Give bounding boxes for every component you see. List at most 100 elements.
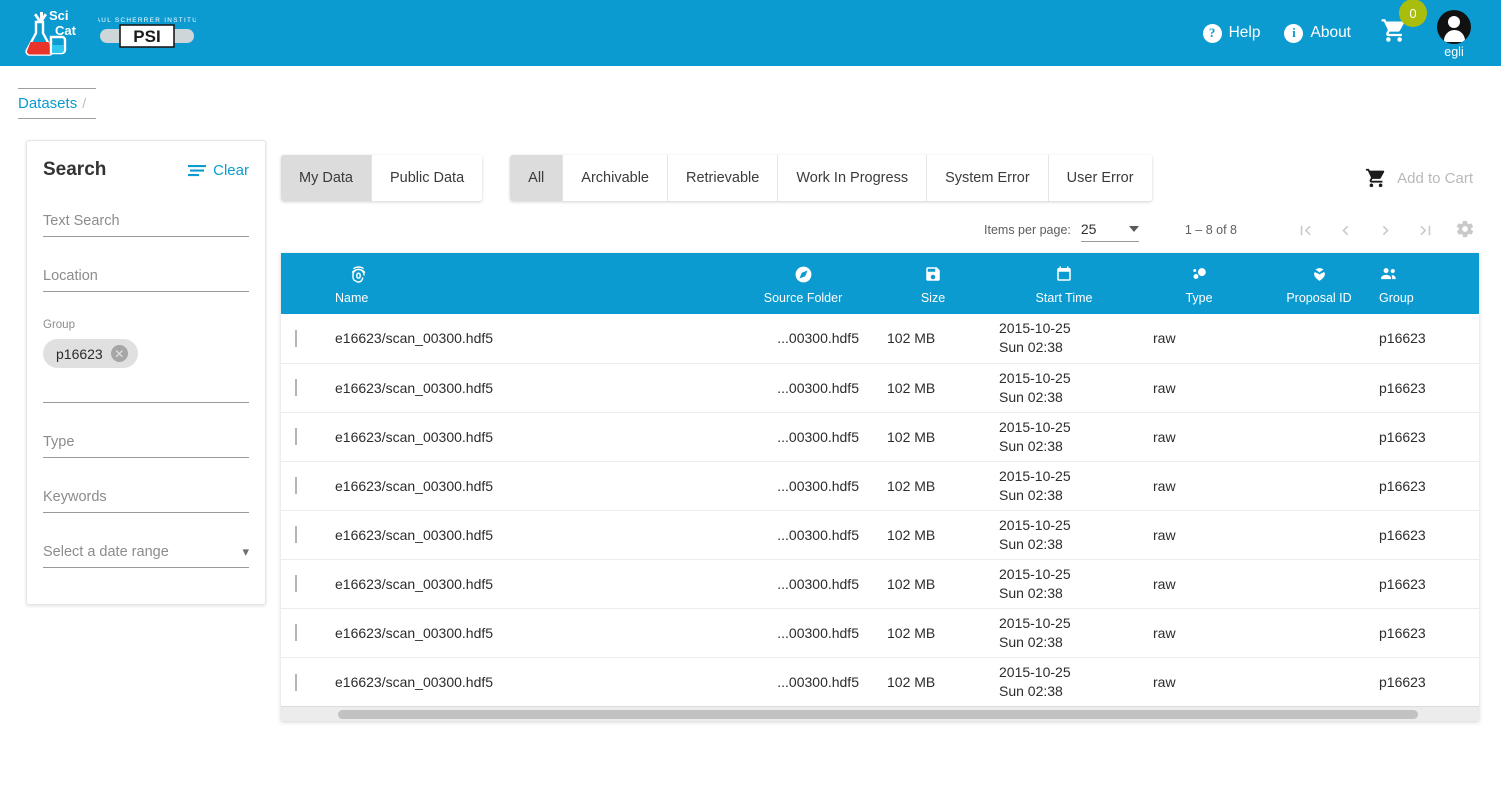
cell-proposal-id bbox=[1259, 559, 1379, 609]
cell-start-clock: Sun 02:38 bbox=[999, 388, 1063, 405]
psi-logo[interactable]: PAUL SCHERRER INSTITUT PSI bbox=[91, 11, 202, 56]
row-select-cell[interactable] bbox=[281, 314, 309, 364]
cell-start-date: 2015-10-25 bbox=[999, 320, 1071, 337]
table-row[interactable]: e16623/scan_00300.hdf5 ...00300.hdf5 102… bbox=[281, 461, 1479, 511]
column-header-select[interactable] bbox=[281, 253, 309, 314]
shopping-cart-icon bbox=[1366, 168, 1385, 188]
eco-leaf-icon bbox=[1259, 262, 1379, 286]
datasets-table-container: Name Source Folder Size Start Time Type … bbox=[281, 253, 1479, 721]
cell-type: raw bbox=[1139, 510, 1259, 560]
row-marker-icon bbox=[295, 330, 297, 348]
row-select-cell[interactable] bbox=[281, 608, 309, 658]
text-search-input[interactable] bbox=[43, 209, 249, 237]
breadcrumb-bar: Datasets / bbox=[0, 66, 1501, 140]
column-label-type: Type bbox=[1185, 291, 1213, 305]
last-page-button[interactable] bbox=[1405, 210, 1445, 250]
close-icon[interactable]: ✕ bbox=[110, 345, 128, 362]
breadcrumb-item-datasets[interactable]: Datasets bbox=[18, 95, 77, 112]
table-header-row: Name Source Folder Size Start Time Type … bbox=[281, 253, 1479, 314]
cell-group: p16623 bbox=[1379, 363, 1479, 413]
table-row[interactable]: e16623/scan_00300.hdf5 ...00300.hdf5 102… bbox=[281, 363, 1479, 413]
row-select-cell[interactable] bbox=[281, 510, 309, 560]
column-header-group[interactable]: Group bbox=[1379, 253, 1479, 314]
table-settings-button[interactable] bbox=[1455, 219, 1475, 242]
page-content: Search Clear Group p16623 ✕ bbox=[0, 140, 1501, 721]
cart-count-badge: 0 bbox=[1399, 0, 1427, 27]
cell-start-date: 2015-10-25 bbox=[999, 614, 1071, 631]
row-select-cell[interactable] bbox=[281, 559, 309, 609]
tab-retrievable[interactable]: Retrievable bbox=[667, 155, 779, 201]
next-page-button[interactable] bbox=[1365, 210, 1405, 250]
tab-user-error[interactable]: User Error bbox=[1048, 155, 1152, 201]
column-label-size: Size bbox=[920, 291, 946, 305]
first-page-button[interactable] bbox=[1285, 210, 1325, 250]
cell-type: raw bbox=[1153, 673, 1176, 690]
datasets-toolbar: My Data Public Data All Archivable Retri… bbox=[281, 149, 1479, 207]
date-range-select[interactable]: Select a date range ▾ bbox=[43, 540, 249, 568]
about-link[interactable]: i About bbox=[1284, 23, 1351, 43]
cell-start-clock: Sun 02:38 bbox=[999, 437, 1063, 454]
scicat-logo[interactable]: Sci Cat bbox=[18, 6, 84, 61]
add-to-cart-button[interactable]: Add to Cart bbox=[1364, 167, 1479, 189]
user-menu[interactable]: egli bbox=[1437, 9, 1471, 59]
tab-my-data[interactable]: My Data bbox=[281, 155, 372, 201]
tab-work-in-progress[interactable]: Work In Progress bbox=[778, 155, 928, 201]
table-row[interactable]: e16623/scan_00300.hdf5 ...00300.hdf5 102… bbox=[281, 412, 1479, 462]
group-label: Group bbox=[43, 319, 75, 331]
tab-archivable[interactable]: Archivable bbox=[563, 155, 668, 201]
row-select-cell[interactable] bbox=[281, 412, 309, 462]
cell-proposal-id bbox=[1259, 510, 1379, 560]
filter-icon bbox=[188, 164, 207, 176]
tab-public-data[interactable]: Public Data bbox=[372, 155, 483, 201]
cell-start-time: 2015-10-25 Sun 02:38 bbox=[989, 559, 1139, 609]
search-panel: Search Clear Group p16623 ✕ bbox=[26, 140, 266, 605]
row-marker-icon bbox=[295, 428, 297, 446]
cell-start-date: 2015-10-25 bbox=[999, 369, 1071, 386]
save-floppy-icon bbox=[877, 262, 989, 286]
items-per-page-select[interactable]: 25 bbox=[1080, 219, 1139, 242]
previous-page-button[interactable] bbox=[1325, 210, 1365, 250]
row-select-cell[interactable] bbox=[281, 363, 309, 413]
row-select-cell[interactable] bbox=[281, 657, 309, 706]
column-header-start-time[interactable]: Start Time bbox=[989, 253, 1139, 314]
svg-text:PSI: PSI bbox=[133, 27, 160, 46]
table-row[interactable]: e16623/scan_00300.hdf5 ...00300.hdf5 102… bbox=[281, 510, 1479, 560]
tab-system-error[interactable]: System Error bbox=[927, 155, 1049, 201]
cell-group: p16623 bbox=[1379, 412, 1479, 462]
cell-name: e16623/scan_00300.hdf5 bbox=[309, 608, 729, 658]
location-input[interactable] bbox=[43, 264, 249, 292]
table-row[interactable]: e16623/scan_00300.hdf5 ...00300.hdf5 102… bbox=[281, 559, 1479, 609]
cell-start-time: 2015-10-25 Sun 02:38 bbox=[989, 657, 1139, 706]
tab-all[interactable]: All bbox=[510, 155, 564, 201]
group-chip-list[interactable]: p16623 ✕ bbox=[43, 339, 249, 403]
table-row[interactable]: e16623/scan_00300.hdf5 ...00300.hdf5 102… bbox=[281, 314, 1479, 364]
cell-type: raw bbox=[1139, 461, 1259, 511]
help-link[interactable]: ? Help bbox=[1202, 23, 1261, 43]
cart-button[interactable]: 0 bbox=[1375, 0, 1427, 49]
horizontal-scrollbar-thumb[interactable] bbox=[338, 710, 1418, 719]
cell-source-folder: ...00300.hdf5 bbox=[729, 363, 877, 413]
row-select-cell[interactable] bbox=[281, 461, 309, 511]
svg-text:PAUL SCHERRER INSTITUT: PAUL SCHERRER INSTITUT bbox=[98, 17, 196, 24]
horizontal-scrollbar[interactable] bbox=[281, 706, 1479, 721]
type-field bbox=[43, 430, 249, 458]
first-page-icon bbox=[1300, 225, 1311, 235]
column-header-proposal-id[interactable]: Proposal ID bbox=[1259, 253, 1379, 314]
svg-text:Sci: Sci bbox=[49, 8, 69, 23]
column-header-type[interactable]: Type bbox=[1139, 253, 1259, 314]
people-icon bbox=[1379, 262, 1479, 286]
type-input[interactable] bbox=[43, 430, 249, 458]
chevron-down-icon: ▾ bbox=[242, 544, 249, 559]
column-header-size[interactable]: Size bbox=[877, 253, 989, 314]
row-marker-icon bbox=[295, 526, 297, 544]
group-chip[interactable]: p16623 ✕ bbox=[43, 339, 138, 368]
column-header-name[interactable]: Name bbox=[309, 253, 729, 314]
keywords-input[interactable] bbox=[43, 485, 249, 513]
clear-filters-button[interactable]: Clear bbox=[188, 162, 249, 179]
column-label-start-time: Start Time bbox=[1035, 291, 1093, 305]
help-label: Help bbox=[1228, 24, 1261, 41]
column-header-source-folder[interactable]: Source Folder bbox=[729, 253, 877, 314]
table-row[interactable]: e16623/scan_00300.hdf5 ...00300.hdf5 102… bbox=[281, 608, 1479, 658]
table-row[interactable]: e16623/scan_00300.hdf5 ...00300.hdf5 102… bbox=[281, 657, 1479, 706]
app-header: Sci Cat PAUL SCHERRER INSTITUT PSI ? Hel… bbox=[0, 0, 1501, 66]
